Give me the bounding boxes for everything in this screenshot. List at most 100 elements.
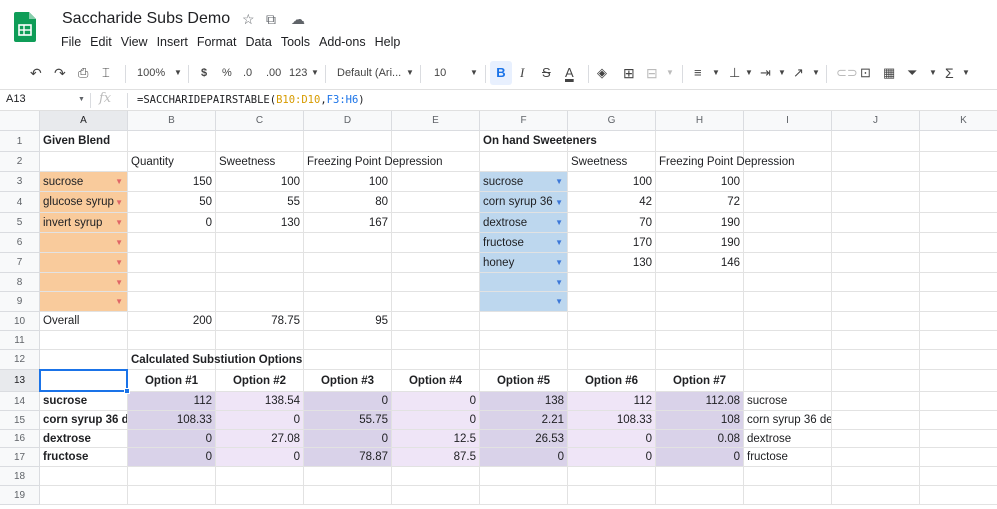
cell-f19[interactable] (480, 486, 568, 505)
cell-g16[interactable]: 0 (568, 430, 656, 448)
cell-e16[interactable]: 12.5 (392, 430, 480, 448)
increase-decimal-button[interactable]: .00 (266, 58, 281, 88)
row-header-10[interactable]: 10 (0, 312, 40, 331)
cell-b19[interactable] (128, 486, 216, 505)
cell-f11[interactable] (480, 331, 568, 350)
star-icon[interactable]: ☆ (242, 11, 255, 28)
cell-k1[interactable] (920, 131, 997, 152)
cell-b12[interactable]: Calculated Substiution Options (128, 350, 302, 370)
cell-i1[interactable] (744, 131, 832, 152)
cell-k17[interactable] (920, 448, 997, 467)
menu-insert[interactable]: Insert (157, 35, 188, 49)
dropdown-chevron-icon[interactable]: ▼ (115, 297, 123, 306)
row-header-13[interactable]: 13 (0, 370, 40, 392)
cell-k4[interactable] (920, 192, 997, 213)
chart-icon[interactable]: ▦ (883, 58, 895, 88)
cell-a19[interactable] (40, 486, 128, 505)
chevron-down-icon[interactable]: ▼ (311, 58, 319, 88)
cell-a17[interactable]: fructose (40, 448, 128, 467)
cell-j1[interactable] (832, 131, 920, 152)
cell-e15[interactable]: 0 (392, 411, 480, 430)
cell-a4[interactable]: glucose syrup ▼ (40, 192, 128, 213)
cell-b2[interactable]: Quantity (128, 152, 216, 172)
functions-icon[interactable]: Σ (945, 58, 954, 88)
cell-c18[interactable] (216, 467, 304, 486)
cell-a9[interactable]: ▼ (40, 292, 128, 312)
cell-d5[interactable]: 167 (304, 213, 392, 233)
font-size-select[interactable]: 10 (434, 58, 446, 88)
cell-k18[interactable] (920, 467, 997, 486)
dropdown-chevron-icon[interactable]: ▼ (555, 238, 563, 247)
filter-icon[interactable]: ⏷ (907, 58, 917, 88)
cell-e17[interactable]: 87.5 (392, 448, 480, 467)
cell-a3[interactable]: sucrose ▼ (40, 172, 128, 192)
column-header-h[interactable]: H (656, 111, 744, 131)
cell-d15[interactable]: 55.75 (304, 411, 392, 430)
cell-c10[interactable]: 78.75 (216, 312, 304, 331)
cell-f14[interactable]: 138 (480, 392, 568, 411)
print-icon[interactable]: ⎙ (78, 58, 88, 88)
cell-e19[interactable] (392, 486, 480, 505)
cell-a5[interactable]: invert syrup ▼ (40, 213, 128, 233)
cell-b15[interactable]: 108.33 (128, 411, 216, 430)
cell-g11[interactable] (568, 331, 656, 350)
cell-k9[interactable] (920, 292, 997, 312)
cell-a14[interactable]: sucrose (40, 392, 128, 411)
row-header-6[interactable]: 6 (0, 233, 40, 253)
cell-h10[interactable] (656, 312, 744, 331)
cell-b14[interactable]: 112 (128, 392, 216, 411)
cell-j4[interactable] (832, 192, 920, 213)
cell-k12[interactable] (920, 350, 997, 370)
cell-e14[interactable]: 0 (392, 392, 480, 411)
cell-c4[interactable]: 55 (216, 192, 304, 213)
chevron-down-icon[interactable]: ▼ (778, 58, 786, 88)
font-select[interactable]: Default (Ari... (337, 58, 401, 88)
cell-c11[interactable] (216, 331, 304, 350)
dropdown-chevron-icon[interactable]: ▼ (555, 258, 563, 267)
cell-c5[interactable]: 130 (216, 213, 304, 233)
column-header-j[interactable]: J (832, 111, 920, 131)
cell-h12[interactable] (656, 350, 744, 370)
cell-i15[interactable]: corn syrup 36 de (744, 411, 832, 430)
row-header-16[interactable]: 16 (0, 430, 40, 448)
cell-a16[interactable]: dextrose (40, 430, 128, 448)
cell-c16[interactable]: 27.08 (216, 430, 304, 448)
cell-k3[interactable] (920, 172, 997, 192)
cell-d2[interactable]: Freezing Point Depression (304, 152, 443, 172)
cell-h2[interactable]: Freezing Point Depression (656, 152, 795, 172)
borders-icon[interactable]: ⊞ (623, 58, 635, 88)
cell-f10[interactable] (480, 312, 568, 331)
cell-j14[interactable] (832, 392, 920, 411)
cell-h6[interactable]: 190 (656, 233, 744, 253)
cell-d3[interactable]: 100 (304, 172, 392, 192)
cell-f9[interactable]: ▼ (480, 292, 568, 312)
cell-f17[interactable]: 0 (480, 448, 568, 467)
dropdown-chevron-icon[interactable]: ▼ (115, 258, 123, 267)
link-icon[interactable]: ⊂⊃ (836, 58, 858, 88)
dropdown-chevron-icon[interactable]: ▼ (115, 218, 123, 227)
cell-h3[interactable]: 100 (656, 172, 744, 192)
cell-i18[interactable] (744, 467, 832, 486)
dropdown-chevron-icon[interactable]: ▼ (115, 238, 123, 247)
cell-a12[interactable] (40, 350, 128, 370)
cell-a11[interactable] (40, 331, 128, 350)
cell-g17[interactable]: 0 (568, 448, 656, 467)
cell-j16[interactable] (832, 430, 920, 448)
cell-j13[interactable] (832, 370, 920, 392)
cell-c3[interactable]: 100 (216, 172, 304, 192)
document-title[interactable]: Saccharide Subs Demo (62, 10, 230, 28)
cell-k16[interactable] (920, 430, 997, 448)
cell-e12[interactable] (392, 350, 480, 370)
row-header-4[interactable]: 4 (0, 192, 40, 213)
cell-c7[interactable] (216, 253, 304, 273)
cell-j12[interactable] (832, 350, 920, 370)
cell-d11[interactable] (304, 331, 392, 350)
cell-h16[interactable]: 0.08 (656, 430, 744, 448)
cell-g14[interactable]: 112 (568, 392, 656, 411)
cell-f3[interactable]: sucrose ▼ (480, 172, 568, 192)
cell-i8[interactable] (744, 273, 832, 292)
column-header-c[interactable]: C (216, 111, 304, 131)
cell-i10[interactable] (744, 312, 832, 331)
cell-j11[interactable] (832, 331, 920, 350)
menu-data[interactable]: Data (245, 35, 271, 49)
